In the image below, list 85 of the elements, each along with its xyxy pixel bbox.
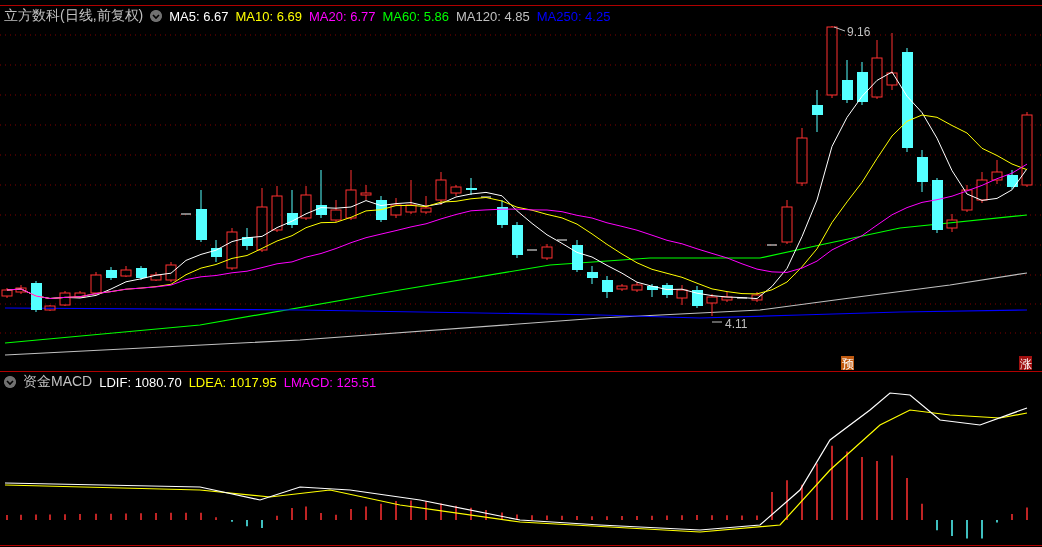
- indicator-title: 资金MACD: [23, 373, 93, 391]
- candlestick: [662, 282, 673, 299]
- candlestick: [15, 284, 27, 295]
- candlestick: [961, 184, 973, 213]
- candlestick: [751, 291, 763, 303]
- candlestick: [602, 275, 613, 299]
- candlestick: [706, 293, 718, 317]
- indicator-value: MA60: 5.86: [382, 8, 449, 24]
- signal-badge: 涨: [1019, 356, 1032, 371]
- candlestick: [932, 177, 943, 234]
- candlestick: [766, 244, 778, 246]
- candlestick: [917, 149, 928, 193]
- candlestick: [390, 197, 402, 219]
- indicator-value: MA120: 4.85: [456, 8, 530, 24]
- candlestick: [526, 249, 538, 251]
- candlestick: [946, 213, 958, 233]
- candlestick: [556, 239, 568, 241]
- candlestick: [572, 239, 583, 273]
- indicator-value: MA250: 4.25: [536, 8, 611, 24]
- indicator-value: LDEA: 1017.95: [188, 374, 277, 390]
- candlestick: [420, 195, 432, 215]
- candlestick: [796, 127, 808, 187]
- candlestick: [692, 285, 703, 309]
- candlestick: [360, 184, 372, 201]
- candlestick: [330, 199, 342, 223]
- candlestick: [871, 39, 883, 100]
- leader-line: [711, 321, 723, 323]
- indicator-value: LDIF: 1080.70: [99, 374, 182, 390]
- candlestick: [376, 195, 387, 223]
- candlestick: [497, 199, 508, 229]
- candlestick: [721, 291, 733, 303]
- candlestick: [136, 265, 147, 281]
- candlestick: [676, 284, 688, 306]
- candlestick: [886, 32, 898, 91]
- candlestick: [74, 290, 86, 299]
- low-price-label: 4.11: [725, 317, 748, 331]
- candlestick: [59, 290, 71, 307]
- candlestick: [991, 159, 1003, 185]
- candlestick: [631, 281, 643, 293]
- candlestick: [1007, 169, 1018, 190]
- indicator-value: MA10: 6.69: [235, 8, 302, 24]
- candlestick: [450, 184, 462, 197]
- candlestick: [287, 189, 298, 229]
- indicator-value: MA5: 6.67: [169, 8, 229, 24]
- candlestick: [512, 221, 523, 259]
- candlestick: [180, 213, 192, 215]
- stock-title: 立方数科(日线,前复权): [4, 7, 144, 25]
- leader-line: [833, 26, 846, 32]
- dropdown-icon[interactable]: [4, 376, 16, 388]
- candlestick: [405, 179, 417, 215]
- candlestick: [976, 171, 988, 204]
- indicator-value: LMACD: 125.51: [283, 374, 377, 390]
- candlestick: [857, 61, 868, 106]
- candlestick: [90, 271, 102, 296]
- candlestick: [1, 287, 13, 299]
- candlestick: [44, 304, 56, 312]
- candlestick: [812, 89, 823, 133]
- indicator-value: MA20: 6.77: [309, 8, 376, 24]
- candlestick: [256, 187, 268, 253]
- candlestick: [31, 280, 42, 313]
- candlestick: [316, 169, 327, 219]
- candlestick: [196, 189, 207, 243]
- signal-badge: 预: [841, 356, 854, 371]
- candlestick: [480, 196, 492, 198]
- candlestick: [616, 283, 628, 292]
- candlestick: [587, 265, 598, 285]
- candlestick: [106, 266, 117, 281]
- candlestick: [781, 199, 793, 245]
- candlestick: [165, 261, 177, 283]
- candlestick: [466, 177, 477, 196]
- candlestick: [842, 59, 853, 104]
- candlestick: [150, 271, 162, 282]
- candlestick: [300, 185, 312, 221]
- candlestick: [120, 265, 132, 278]
- candlestick: [435, 171, 447, 206]
- dropdown-icon[interactable]: [150, 10, 163, 22]
- candlestick: [271, 185, 283, 233]
- candlestick: [647, 283, 658, 298]
- candlestick: [211, 239, 222, 263]
- candlestick: [736, 297, 748, 299]
- candlestick: [345, 169, 357, 221]
- candlestick: [242, 227, 253, 251]
- candlestick: [541, 243, 553, 261]
- high-price-label: 9.16: [847, 26, 871, 39]
- candlestick: [226, 227, 238, 271]
